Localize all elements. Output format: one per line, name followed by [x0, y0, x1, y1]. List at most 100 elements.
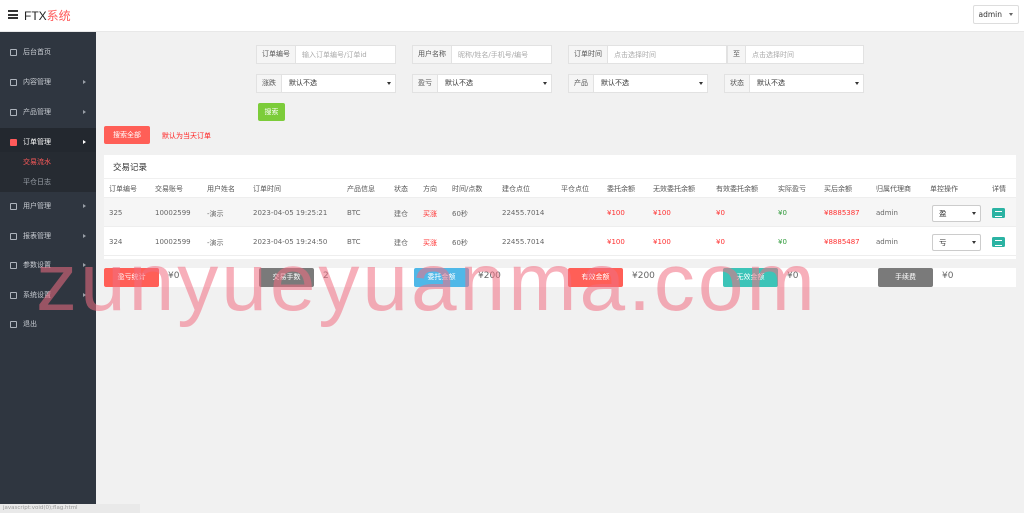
table-row: 324 10002599 -演示 2023-04-05 19:24:50 BTC… [104, 227, 1016, 256]
sidebar-item-label: 报表管理 [23, 232, 51, 240]
sidebar-item-products[interactable]: 产品管理 [0, 98, 96, 127]
control-value: 亏 [939, 238, 947, 247]
order-no-field: 订单编号 [256, 45, 396, 64]
hamburger-menu-icon[interactable] [8, 10, 18, 19]
sidebar-item-content[interactable]: 内容管理 [0, 68, 96, 97]
product-label: 产品 [569, 75, 594, 92]
order-time-end-input[interactable] [746, 46, 863, 63]
status-cell: 建仓 [394, 210, 408, 218]
brand-suffix: 系统 [46, 9, 71, 23]
profit-loss-select[interactable]: 默认不选 [438, 75, 551, 92]
summary-badge: 交易手数 [259, 268, 314, 287]
chevron-right-icon [83, 80, 86, 84]
order-time-end-field: 至 [727, 45, 864, 64]
default-hint: 默认为当天订单 [162, 132, 211, 140]
browser-status-bar: javascript:void(0);flag.html [0, 504, 140, 513]
sidebar-item-label: 订单管理 [23, 138, 51, 146]
chevron-right-icon [83, 293, 86, 297]
chevron-down-icon [972, 241, 976, 244]
detail-icon[interactable] [992, 237, 1005, 247]
summary-value: 2 [323, 271, 329, 281]
search-all-button[interactable]: 搜索全部 [104, 126, 150, 144]
table-header: 订单编号 交易账号 用户姓名 订单时间 产品信息 状态 方向 时间/点数 建仓点… [104, 178, 1016, 198]
open-price-cell: 22455.7014 [502, 238, 545, 246]
column-header: 无效委托余额 [653, 185, 695, 193]
duration-cell: 60秒 [452, 210, 468, 218]
column-header: 单控操作 [930, 185, 958, 193]
summary-bar: 盈亏统计 ¥0 交易手数 2 委托金额 ¥200 有效金额 ¥200 无效金额 … [104, 268, 1016, 287]
sidebar-item-params[interactable]: 参数设置 [0, 251, 96, 280]
sidebar-item-label: 参数设置 [23, 261, 51, 269]
chevron-right-icon [83, 204, 86, 208]
rise-fall-label: 涨跌 [257, 75, 282, 92]
order-id-cell: 325 [109, 209, 123, 217]
user-icon [10, 203, 17, 210]
direction-cell: 买涨 [423, 210, 437, 218]
column-header: 实际盈亏 [778, 185, 806, 193]
caret-down-icon [1009, 13, 1013, 16]
summary-value: ¥0 [942, 271, 954, 281]
control-select[interactable]: 亏 [932, 234, 981, 251]
user-menu-button[interactable]: admin [972, 5, 1019, 24]
column-header: 建仓点位 [502, 185, 530, 193]
user-name-input[interactable] [452, 46, 551, 63]
profit-loss-label: 盈亏 [413, 75, 438, 92]
sidebar-item-logout[interactable]: 退出 [0, 310, 96, 339]
status-value: 默认不选 [757, 79, 785, 87]
content-icon [10, 79, 17, 86]
rise-fall-select[interactable]: 默认不选 [282, 75, 395, 92]
column-header: 交易账号 [155, 185, 183, 193]
order-time-field: 订单时间 [568, 45, 727, 64]
balance-cell: ¥8885487 [824, 238, 860, 246]
product-select[interactable]: 默认不选 [594, 75, 707, 92]
status-cell: 建仓 [394, 239, 408, 247]
pnl-cell: ¥0 [778, 209, 787, 217]
sidebar-item-label: 产品管理 [23, 108, 51, 116]
sidebar-sub-item-trade-flow[interactable]: 交易流水 [0, 152, 96, 172]
product-field: 产品 默认不选 [568, 74, 708, 93]
detail-icon[interactable] [992, 208, 1005, 218]
column-header: 订单编号 [109, 185, 137, 193]
sidebar-sub-item-close-log[interactable]: 平仓日志 [0, 172, 96, 192]
chevron-down-icon [387, 82, 391, 85]
valid-entrust-cell: ¥0 [716, 238, 725, 246]
status-label: 状态 [725, 75, 750, 92]
product-value: 默认不选 [601, 79, 629, 87]
order-time-start-input[interactable] [608, 46, 726, 63]
balance-cell: ¥8885387 [824, 209, 860, 217]
status-field: 状态 默认不选 [724, 74, 864, 93]
order-no-input[interactable] [296, 46, 395, 63]
user-name-label: 用户名称 [413, 46, 452, 63]
brand-logo: FTX系统 [24, 7, 71, 24]
agent-cell: admin [876, 238, 898, 246]
system-icon [10, 292, 17, 299]
sidebar-item-users[interactable]: 用户管理 [0, 192, 96, 221]
status-select[interactable]: 默认不选 [750, 75, 863, 92]
sidebar-item-system[interactable]: 系统设置 [0, 281, 96, 310]
order-id-cell: 324 [109, 238, 123, 246]
product-cell: BTC [347, 209, 361, 217]
account-cell: 10002599 [155, 209, 191, 217]
product-cell: BTC [347, 238, 361, 246]
summary-badge: 手续费 [878, 268, 933, 287]
user-name-field: 用户名称 [412, 45, 552, 64]
user-name: admin [978, 10, 1003, 19]
account-cell: 10002599 [155, 238, 191, 246]
sidebar-item-home[interactable]: 后台首页 [0, 38, 96, 67]
chevron-right-icon [83, 263, 86, 267]
sidebar: 后台首页 内容管理 产品管理 订单管理 交易流水 平仓日志 用户管理 报表管理 … [0, 32, 96, 513]
product-icon [10, 109, 17, 116]
chevron-right-icon [83, 234, 86, 238]
summary-badge: 无效金额 [723, 268, 778, 287]
column-header: 归属代理商 [876, 185, 911, 193]
summary-badge: 盈亏统计 [104, 268, 159, 287]
search-button[interactable]: 搜索 [258, 103, 285, 121]
control-select[interactable]: 盈 [932, 205, 981, 222]
sidebar-item-label: 退出 [23, 320, 37, 328]
sidebar-item-label: 内容管理 [23, 78, 51, 86]
rise-fall-field: 涨跌 默认不选 [256, 74, 396, 93]
duration-cell: 60秒 [452, 239, 468, 247]
summary-value: ¥0 [787, 271, 799, 281]
chevron-right-icon [83, 110, 86, 114]
sidebar-item-reports[interactable]: 报表管理 [0, 222, 96, 251]
